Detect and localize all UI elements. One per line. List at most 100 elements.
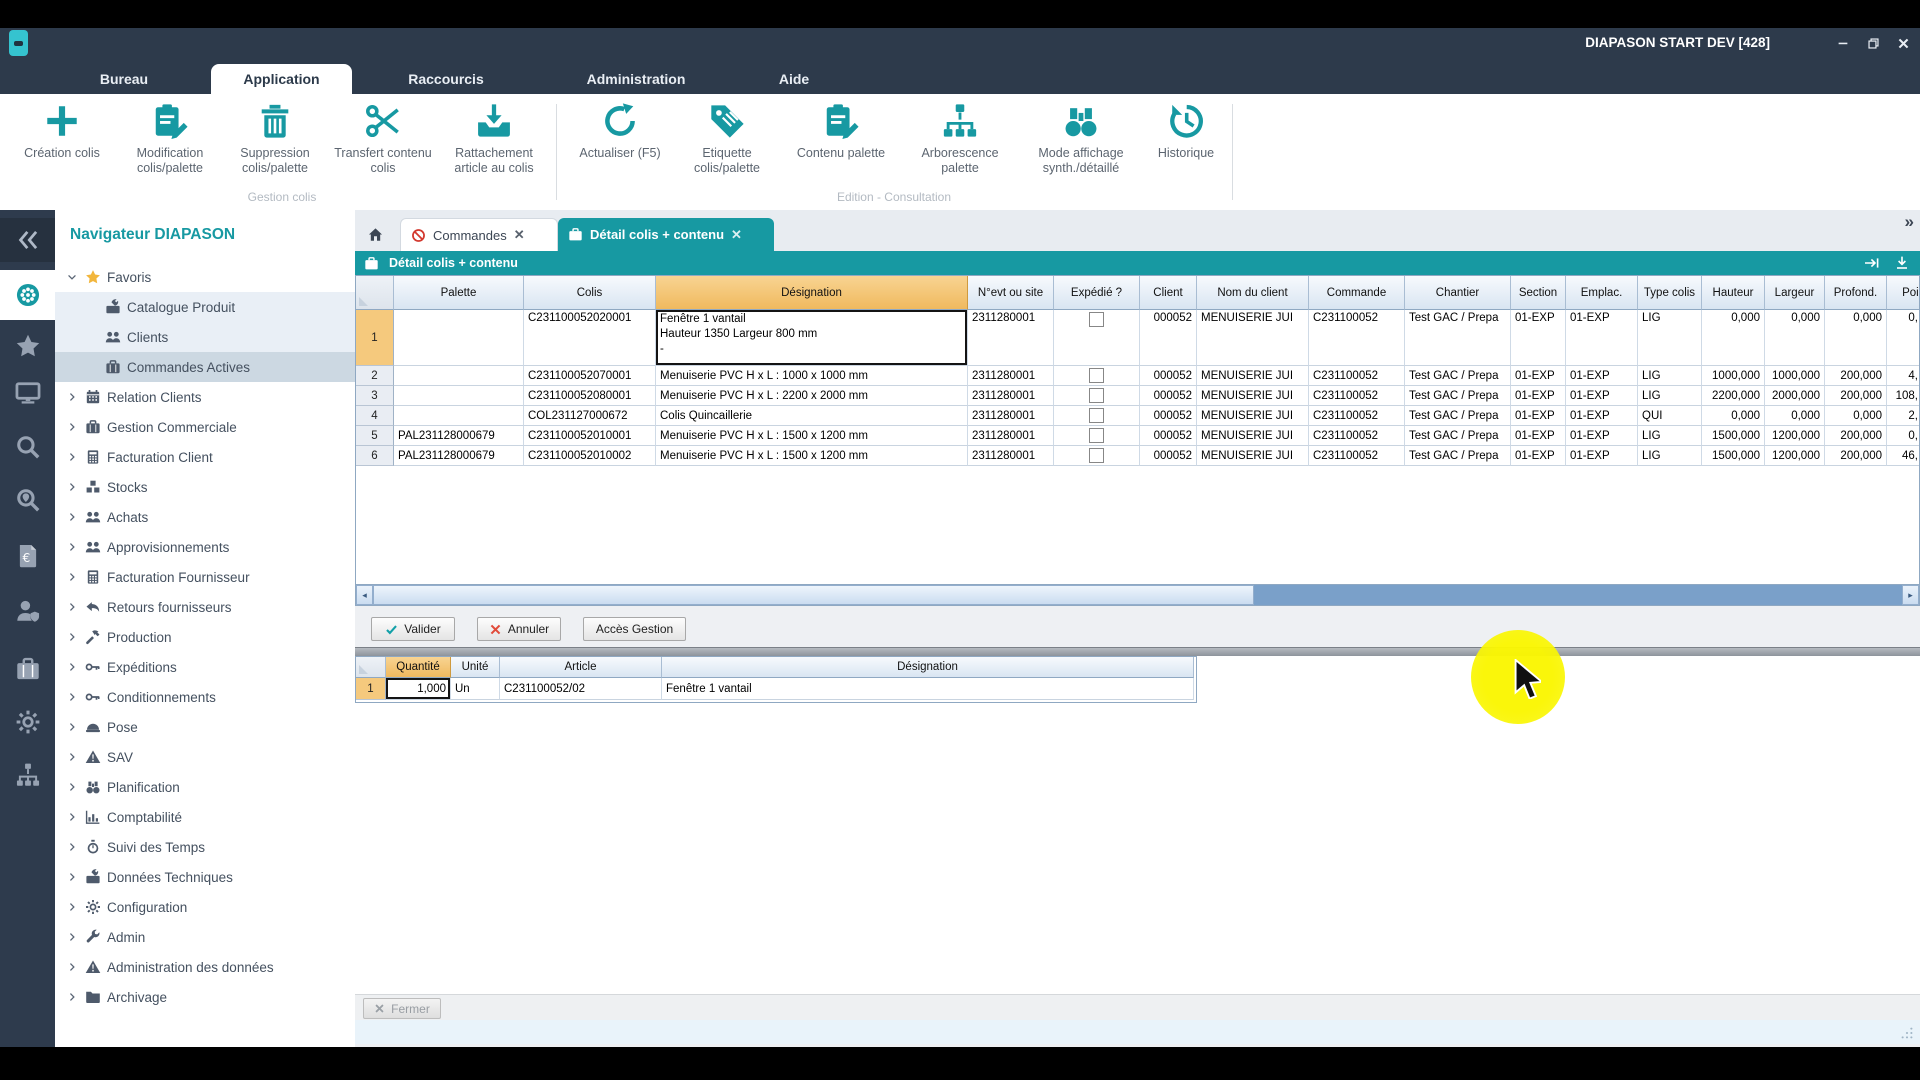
strip-item-search[interactable] — [0, 425, 55, 469]
grid-column-header-chantier[interactable]: Chantier — [1405, 276, 1511, 310]
expedie-checkbox[interactable] — [1089, 388, 1104, 403]
close-button[interactable] — [1894, 34, 1912, 52]
cell-nevt[interactable]: 2311280001 — [968, 446, 1054, 466]
cell-commande[interactable]: C231100052 — [1309, 406, 1405, 426]
cell-commande[interactable]: C231100052 — [1309, 310, 1405, 366]
row-number-cell[interactable]: 4 — [356, 406, 394, 426]
ribbon-button-tray-download[interactable]: Rattachement article au colis — [440, 102, 548, 176]
cell-expedie[interactable] — [1054, 310, 1140, 366]
scrollbar-thumb[interactable] — [373, 585, 1254, 605]
cell-nom[interactable]: MENUISERIE JUI — [1197, 366, 1309, 386]
cell-colis[interactable]: C231100052020001 — [524, 310, 656, 366]
ribbon-button-tag[interactable]: Etiquette colis/palette — [673, 102, 781, 176]
tab-detail-colis[interactable]: Détail colis + contenu✕ — [558, 218, 774, 251]
row-number-cell[interactable]: 6 — [356, 446, 394, 466]
sidebar-item-catalogue-produit[interactable]: Catalogue Produit — [55, 292, 355, 322]
cell-hauteur[interactable]: 2200,000 — [1702, 386, 1765, 406]
cell-client[interactable]: 000052 — [1140, 386, 1197, 406]
cell-largeur[interactable]: 2000,000 — [1765, 386, 1825, 406]
grid-column-header-emplac[interactable]: Emplac. — [1566, 276, 1638, 310]
detail-cell-quantite[interactable]: 1,000 — [386, 678, 451, 700]
sidebar-item-pose[interactable]: Pose — [55, 712, 355, 742]
sidebar-item-configuration[interactable]: Configuration — [55, 892, 355, 922]
table-row[interactable]: 2C231100052070001Menuiserie PVC H x L : … — [356, 366, 1920, 386]
strip-item-modules[interactable] — [0, 270, 55, 320]
sidebar-item-suivi-des-temps[interactable]: Suivi des Temps — [55, 832, 355, 862]
chevron-right-icon[interactable] — [67, 932, 77, 942]
cell-emplac[interactable]: 01-EXP — [1566, 310, 1638, 366]
cell-expedie[interactable] — [1054, 406, 1140, 426]
cell-hauteur[interactable]: 1500,000 — [1702, 446, 1765, 466]
grid-column-header-palette[interactable]: Palette — [394, 276, 524, 310]
ribbon-button-history[interactable]: Historique — [1132, 102, 1240, 161]
chevron-right-icon[interactable] — [67, 842, 77, 852]
detail-cell-article[interactable]: C231100052/02 — [500, 678, 662, 700]
cell-chantier[interactable]: Test GAC / Prepa — [1405, 366, 1511, 386]
chevron-right-icon[interactable] — [67, 452, 77, 462]
cell-nom[interactable]: MENUISERIE JUI — [1197, 406, 1309, 426]
sidebar-item-gestion-commerciale[interactable]: Gestion Commerciale — [55, 412, 355, 442]
expedie-checkbox[interactable] — [1089, 368, 1104, 383]
sidebar-item-comptabilit-[interactable]: Comptabilité — [55, 802, 355, 832]
cell-nevt[interactable]: 2311280001 — [968, 310, 1054, 366]
chevron-right-icon[interactable] — [67, 782, 77, 792]
cell-client[interactable]: 000052 — [1140, 366, 1197, 386]
table-row[interactable]: 1C231100052020001Fenêtre 1 vantail Haute… — [356, 310, 1920, 366]
cell-poids[interactable]: 0, — [1887, 310, 1920, 366]
grid-column-header-section[interactable]: Section — [1511, 276, 1566, 310]
expedie-checkbox[interactable] — [1089, 312, 1104, 327]
table-row[interactable]: 6PAL231128000679C231100052010002Menuiser… — [356, 446, 1920, 466]
cell-palette[interactable] — [394, 406, 524, 426]
grid-column-header-client[interactable]: Client — [1140, 276, 1197, 310]
cell-nom[interactable]: MENUISERIE JUI — [1197, 310, 1309, 366]
chevron-right-icon[interactable] — [67, 512, 77, 522]
cell-section[interactable]: 01-EXP — [1511, 446, 1566, 466]
cell-section[interactable]: 01-EXP — [1511, 426, 1566, 446]
expedie-checkbox[interactable] — [1089, 408, 1104, 423]
go-to-end-icon[interactable] — [1864, 255, 1880, 271]
cell-type[interactable]: LIG — [1638, 386, 1702, 406]
cell-designation[interactable]: Colis Quincaillerie — [656, 406, 968, 426]
cell-nom[interactable]: MENUISERIE JUI — [1197, 446, 1309, 466]
cell-designation[interactable]: Menuiserie PVC H x L : 2200 x 2000 mm — [656, 386, 968, 406]
row-number-cell[interactable]: 1 — [356, 678, 386, 700]
chevron-right-icon[interactable] — [67, 812, 77, 822]
cell-poids[interactable]: 108, — [1887, 386, 1920, 406]
cell-profond[interactable]: 200,000 — [1825, 426, 1887, 446]
sidebar-item-achats[interactable]: Achats — [55, 502, 355, 532]
acces-gestion-button[interactable]: Accès Gestion — [583, 617, 686, 641]
sidebar-item-approvisionnements[interactable]: Approvisionnements — [55, 532, 355, 562]
chevron-right-icon[interactable] — [67, 992, 77, 1002]
cell-emplac[interactable]: 01-EXP — [1566, 366, 1638, 386]
cell-chantier[interactable]: Test GAC / Prepa — [1405, 446, 1511, 466]
detail-cell-designation[interactable]: Fenêtre 1 vantail — [662, 678, 1194, 700]
grid-column-header-profond[interactable]: Profond. — [1825, 276, 1887, 310]
cell-section[interactable]: 01-EXP — [1511, 310, 1566, 366]
cell-expedie[interactable] — [1054, 366, 1140, 386]
cell-largeur[interactable]: 0,000 — [1765, 406, 1825, 426]
ribbon-button-tree[interactable]: Arborescence palette — [906, 102, 1014, 176]
cell-nevt[interactable]: 2311280001 — [968, 366, 1054, 386]
cell-profond[interactable]: 200,000 — [1825, 366, 1887, 386]
grid-column-header-commande[interactable]: Commande — [1309, 276, 1405, 310]
cell-nevt[interactable]: 2311280001 — [968, 406, 1054, 426]
cell-type[interactable]: LIG — [1638, 366, 1702, 386]
cell-nom[interactable]: MENUISERIE JUI — [1197, 426, 1309, 446]
horizontal-scrollbar[interactable]: ◂ ▸ — [356, 584, 1919, 605]
cell-client[interactable]: 000052 — [1140, 446, 1197, 466]
sidebar-item-retours-fournisseurs[interactable]: Retours fournisseurs — [55, 592, 355, 622]
sidebar-item-commandes-actives[interactable]: Commandes Actives — [55, 352, 355, 382]
annuler-button[interactable]: Annuler — [477, 617, 561, 641]
cell-colis[interactable]: C231100052010001 — [524, 426, 656, 446]
ribbon-button-plus[interactable]: Création colis — [8, 102, 116, 161]
cell-commande[interactable]: C231100052 — [1309, 366, 1405, 386]
cell-largeur[interactable]: 0,000 — [1765, 310, 1825, 366]
strip-item-user-security[interactable] — [0, 589, 55, 633]
chevron-right-icon[interactable] — [67, 722, 77, 732]
cell-nevt[interactable]: 2311280001 — [968, 426, 1054, 446]
tab-commandes[interactable]: Commandes✕ — [400, 218, 558, 251]
cell-type[interactable]: LIG — [1638, 426, 1702, 446]
cell-section[interactable]: 01-EXP — [1511, 386, 1566, 406]
chevron-right-icon[interactable] — [67, 572, 77, 582]
chevron-right-icon[interactable] — [67, 872, 77, 882]
